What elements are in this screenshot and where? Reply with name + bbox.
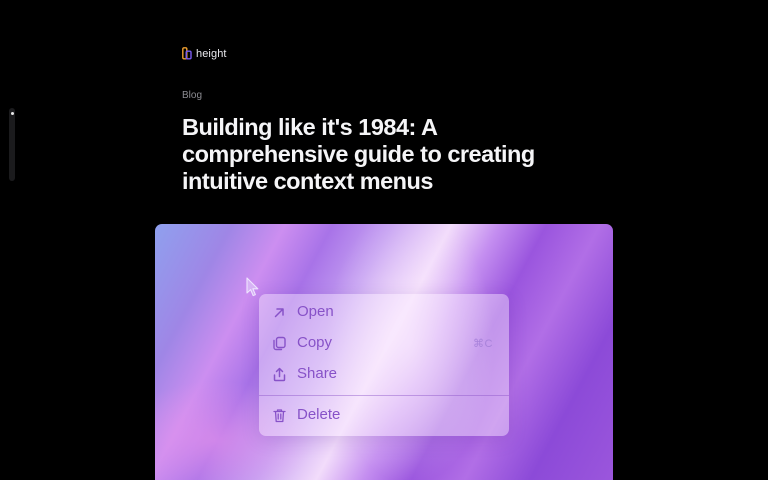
hero-illustration: Open Copy ⌘C Share Delete — [155, 224, 613, 480]
menu-separator — [259, 395, 509, 396]
menu-item-delete[interactable]: Delete — [259, 401, 509, 429]
scroll-position-dot — [10, 112, 14, 115]
trash-icon — [273, 409, 286, 423]
arrow-up-right-icon — [274, 308, 284, 318]
share-icon — [273, 367, 286, 382]
article-title: Building like it's 1984: A comprehensive… — [182, 114, 535, 194]
page-scroll-indicator[interactable] — [9, 108, 15, 181]
breadcrumb-blog[interactable]: Blog — [182, 90, 202, 101]
menu-item-share[interactable]: Share — [259, 360, 509, 388]
menu-item-label: Share — [297, 365, 338, 382]
mouse-pointer-icon — [246, 277, 259, 297]
brand-logo[interactable]: height — [182, 47, 227, 60]
copy-icon — [273, 336, 286, 351]
keyboard-shortcut: ⌘C — [473, 338, 493, 350]
height-logo-icon — [182, 47, 192, 60]
menu-item-label: Delete — [297, 406, 341, 423]
brand-name: height — [196, 47, 227, 60]
menu-item-label: Copy — [297, 334, 333, 351]
menu-item-label: Open — [297, 303, 334, 320]
menu-item-copy[interactable]: Copy ⌘C — [259, 329, 509, 357]
context-menu: Open Copy ⌘C Share Delete — [259, 294, 509, 436]
menu-item-open[interactable]: Open — [259, 298, 509, 326]
